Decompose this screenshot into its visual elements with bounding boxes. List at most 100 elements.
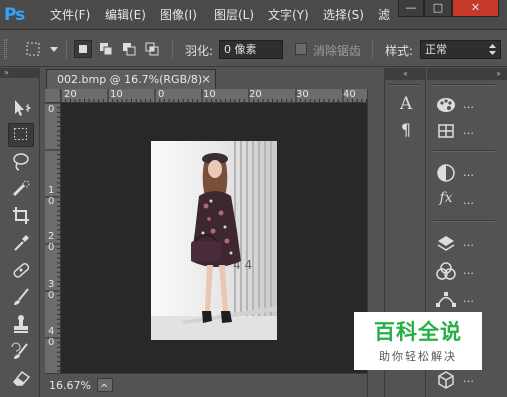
crop-icon	[13, 207, 29, 224]
quick-selection-tool[interactable]	[8, 177, 34, 201]
menu-bar: Ps 文件(F) 编辑(E) 图像(I) 图层(L) 文字(Y) 选择(S) 滤…	[0, 0, 507, 30]
ruler-h-label: 20	[64, 89, 77, 100]
divider	[66, 39, 67, 59]
horizontal-ruler[interactable]: 20 10 0 10 20 30 40	[61, 89, 367, 103]
panel-label: …	[463, 236, 474, 249]
palette-icon	[437, 98, 455, 112]
history-brush-tool[interactable]	[8, 339, 34, 363]
ruler-h-label: 10	[110, 89, 123, 100]
options-bar: 羽化: 0 像素 消除锯齿 样式: 正常	[0, 31, 507, 67]
new-selection-icon	[79, 45, 87, 53]
menu-layer[interactable]: 图层(L)	[214, 0, 254, 30]
clone-stamp-tool[interactable]	[8, 312, 34, 336]
style-select-value: 正常	[425, 43, 447, 56]
collapse-arrows-icon: »	[496, 69, 501, 78]
antialias-label: 消除锯齿	[313, 44, 362, 58]
history-brush-icon	[11, 342, 28, 359]
ruler-h-label: 0	[158, 89, 165, 100]
tools-collapse-bar[interactable]: »	[0, 68, 40, 78]
subtract-selection-button[interactable]	[120, 40, 138, 58]
marquee-tool[interactable]	[8, 123, 34, 147]
paragraph-panel-icon[interactable]: ¶	[393, 120, 419, 142]
style-select[interactable]: 正常	[420, 40, 501, 59]
adjustments-icon	[437, 164, 455, 182]
ruler-origin[interactable]	[45, 89, 61, 103]
document-photo[interactable]: 4 4	[151, 141, 277, 340]
watermark-subtitle: 助你轻松解决	[379, 350, 457, 363]
collapse-arrows-icon: «	[403, 69, 408, 78]
healing-brush-tool[interactable]	[8, 258, 34, 282]
divider	[372, 39, 373, 59]
status-bar: 16.67%	[45, 373, 367, 397]
character-panel-icon[interactable]: A	[393, 94, 419, 116]
move-tool[interactable]	[8, 96, 34, 120]
adjustments-panel-button[interactable]	[433, 162, 459, 184]
chevron-down-icon[interactable]	[50, 47, 58, 52]
watermark-title: 百科全说	[374, 320, 462, 344]
panel-label: …	[463, 166, 474, 179]
document-tab[interactable]: 002.bmp @ 16.7%(RGB/8)	[46, 69, 216, 89]
panel-label: …	[463, 98, 474, 111]
brush-icon	[14, 288, 29, 305]
styles-fx-icon[interactable]: fx	[433, 190, 459, 212]
status-menu-button[interactable]	[97, 378, 113, 392]
panel-label: …	[463, 264, 474, 277]
layers-panel-button[interactable]	[433, 232, 459, 254]
close-document-icon[interactable]: ×	[201, 70, 213, 88]
ruler-v-label: 2 0	[48, 231, 55, 253]
dock-collapse-bar[interactable]: »	[427, 68, 507, 80]
marquee-preset-icon[interactable]	[26, 42, 40, 56]
watermark-badge: 百科全说 助你轻松解决	[354, 312, 482, 370]
eraser-icon	[12, 370, 31, 386]
close-button[interactable]: ✕	[452, 0, 499, 17]
color-panel-button[interactable]	[433, 94, 459, 116]
menu-file[interactable]: 文件(F)	[50, 0, 90, 30]
eraser-tool[interactable]	[8, 366, 34, 390]
paths-icon	[436, 292, 456, 307]
menu-edit[interactable]: 编辑(E)	[105, 0, 146, 30]
stamp-icon	[14, 315, 28, 333]
menu-image[interactable]: 图像(I)	[160, 0, 197, 30]
channels-panel-button[interactable]	[433, 260, 459, 282]
lasso-tool[interactable]	[8, 150, 34, 174]
new-selection-button[interactable]	[74, 40, 92, 58]
paths-panel-button[interactable]	[433, 288, 459, 310]
ruler-h-label: 20	[249, 89, 262, 100]
eyedropper-tool[interactable]	[8, 231, 34, 255]
intersect-selection-button[interactable]	[143, 40, 161, 58]
dock-collapse-bar[interactable]: «	[385, 68, 426, 80]
rect-marquee-icon	[14, 128, 27, 141]
panel-label: …	[463, 124, 474, 137]
grid-icon	[438, 124, 454, 138]
divider	[433, 150, 495, 152]
vertical-ruler[interactable]: 0 1 0 2 0 3 0 4 0	[45, 103, 61, 373]
antialias-checkbox[interactable]	[295, 43, 307, 55]
menu-filter[interactable]: 滤	[378, 0, 390, 30]
minimize-button[interactable]: —	[398, 0, 424, 17]
maximize-button[interactable]: □	[424, 0, 452, 17]
ruler-h-label: 30	[296, 89, 309, 100]
panel-label: …	[463, 194, 474, 207]
grip-handle[interactable]	[4, 39, 7, 59]
panel-label: …	[463, 372, 474, 385]
tools-panel: »	[0, 68, 40, 397]
ruler-h-label: 40	[343, 89, 356, 100]
ruler-v-label: 0	[48, 104, 55, 115]
menu-select[interactable]: 选择(S)	[323, 0, 364, 30]
swatches-panel-button[interactable]	[433, 120, 459, 142]
ruler-h-label: 10	[203, 89, 216, 100]
3d-panel-button[interactable]	[433, 368, 459, 390]
menu-type[interactable]: 文字(Y)	[268, 0, 309, 30]
add-selection-button[interactable]	[97, 40, 115, 58]
document-info-icon	[101, 383, 108, 388]
eyedropper-icon	[14, 235, 29, 251]
brush-tool[interactable]	[8, 285, 34, 309]
feather-input[interactable]: 0 像素	[219, 40, 283, 59]
channels-icon	[436, 262, 456, 280]
layers-icon	[437, 236, 455, 251]
bandage-icon	[13, 263, 30, 278]
select-arrows-icon	[489, 44, 496, 55]
zoom-level[interactable]: 16.67%	[49, 379, 91, 392]
subtract-selection-icon	[123, 43, 136, 56]
crop-tool[interactable]	[8, 204, 34, 228]
